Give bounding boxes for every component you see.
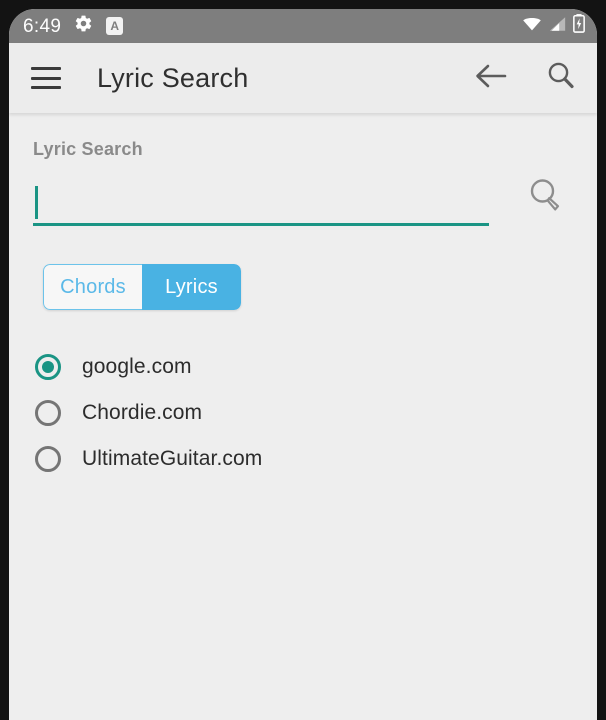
search-input[interactable] (41, 184, 481, 220)
gear-icon (74, 14, 93, 38)
device-frame: 6:49 A Lyric Search Lyric Search Chords … (0, 0, 606, 720)
font-size-a-badge-icon: A (106, 17, 124, 35)
phone-screen: 6:49 A Lyric Search Lyric Search Chords … (9, 9, 597, 720)
radio-button-icon[interactable] (35, 446, 61, 472)
radio-button-icon[interactable] (35, 400, 61, 426)
status-bar-clock: 6:49 (23, 15, 62, 37)
app-bar: Lyric Search (9, 43, 597, 113)
toggle-lyrics-button[interactable]: Lyrics (142, 264, 241, 310)
cell-signal-icon (549, 16, 566, 37)
wifi-icon (522, 16, 542, 37)
source-radio-group: google.com Chordie.com UltimateGuitar.co… (33, 344, 573, 482)
app-bar-actions (473, 60, 579, 96)
search-icon (545, 60, 577, 97)
toggle-chords-button[interactable]: Chords (43, 264, 142, 310)
search-input-wrapper[interactable] (33, 180, 489, 226)
radio-button-selected-icon[interactable] (35, 354, 61, 380)
search-submit-button[interactable] (519, 170, 573, 224)
magnifier-search-icon (524, 173, 568, 222)
hamburger-line (31, 86, 61, 89)
page-title: Lyric Search (97, 62, 249, 93)
search-field-row (33, 170, 573, 226)
status-bar: 6:49 A (9, 9, 597, 43)
back-button[interactable] (473, 60, 509, 96)
search-field-label: Lyric Search (33, 139, 143, 159)
radio-label: google.com (82, 355, 192, 378)
hamburger-line (31, 67, 61, 70)
text-caret (35, 186, 38, 219)
radio-label: Chordie.com (82, 401, 203, 424)
radio-option-chordie[interactable]: Chordie.com (35, 390, 573, 436)
radio-option-ultimateguitar[interactable]: UltimateGuitar.com (35, 436, 573, 482)
status-bar-left: 6:49 A (23, 14, 124, 38)
status-bar-right (522, 14, 585, 38)
app-bar-search-button[interactable] (543, 60, 579, 96)
battery-charging-icon (573, 14, 585, 38)
hamburger-menu-icon[interactable] (31, 67, 61, 89)
radio-option-google[interactable]: google.com (35, 344, 573, 390)
search-type-toggle: Chords Lyrics (43, 264, 241, 310)
arrow-left-icon (474, 61, 508, 96)
radio-label: UltimateGuitar.com (82, 447, 263, 470)
main-content: Lyric Search Chords Lyrics google.com Ch… (9, 113, 597, 720)
hamburger-line (31, 76, 61, 80)
